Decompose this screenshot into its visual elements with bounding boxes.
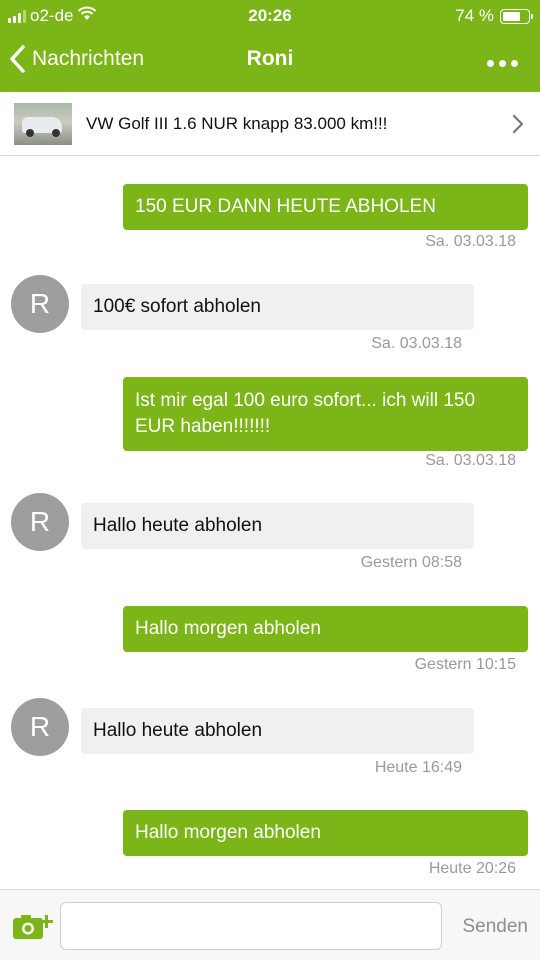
more-options-button[interactable] (487, 50, 518, 76)
listing-thumbnail (14, 102, 72, 145)
battery-icon (500, 8, 533, 24)
message-timestamp: Gestern 08:58 (360, 554, 462, 571)
contact-avatar[interactable]: R (11, 275, 69, 333)
message-timestamp: Sa. 03.03.18 (425, 233, 516, 250)
listing-title: VW Golf III 1.6 NUR knapp 83.000 km!!! (86, 113, 388, 133)
status-bar: o2-de 20:26 74 % (0, 0, 540, 32)
send-button[interactable]: Senden (462, 916, 528, 938)
chat-screen: o2-de 20:26 74 % Nachrichten Roni VW Gol… (0, 0, 540, 960)
more-icon (487, 59, 494, 67)
incoming-message: 100€ sofort abholen (81, 284, 474, 330)
navigation-bar: Nachrichten Roni (0, 32, 540, 92)
message-input[interactable] (60, 902, 442, 950)
battery-percent: 74 % (455, 6, 494, 25)
incoming-message: Hallo heute abholen (81, 503, 474, 549)
incoming-message: Hallo heute abholen (81, 708, 474, 754)
message-list: 150 EUR DANN HEUTE ABHOLEN Sa. 03.03.18 … (0, 157, 540, 889)
outgoing-message: 150 EUR DANN HEUTE ABHOLEN (123, 184, 528, 230)
chat-title: Roni (246, 47, 294, 70)
message-timestamp: Heute 20:26 (428, 860, 516, 877)
header: o2-de 20:26 74 % Nachrichten Roni (0, 0, 540, 92)
contact-avatar[interactable]: R (11, 493, 69, 551)
message-timestamp: Heute 16:49 (374, 759, 462, 776)
outgoing-message: Hallo morgen abholen (123, 810, 528, 856)
chevron-right-icon (512, 114, 524, 133)
composer-bar: Senden (0, 889, 540, 960)
contact-avatar[interactable]: R (11, 698, 69, 756)
message-timestamp: Gestern 10:15 (414, 656, 516, 673)
message-timestamp: Sa. 03.03.18 (425, 452, 516, 469)
camera-plus-icon (13, 915, 53, 939)
message-timestamp: Sa. 03.03.18 (371, 335, 462, 352)
status-right: 74 % (455, 6, 533, 26)
outgoing-message: Ist mir egal 100 euro sofort... ich will… (123, 377, 528, 451)
outgoing-message: Hallo morgen abholen (123, 606, 528, 652)
add-photo-button[interactable] (12, 912, 54, 945)
listing-row[interactable]: VW Golf III 1.6 NUR knapp 83.000 km!!! (0, 92, 540, 156)
